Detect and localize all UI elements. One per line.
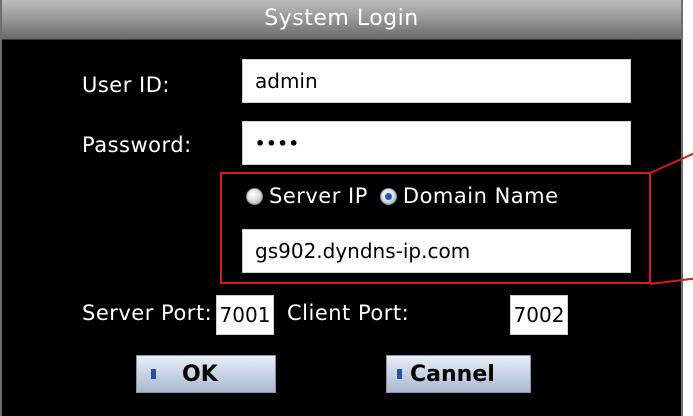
- ok-bullet-icon: [151, 369, 156, 379]
- dialog-title: System Login: [264, 6, 419, 31]
- cancel-button-label: Cannel: [410, 361, 495, 387]
- ok-button[interactable]: OK: [136, 355, 276, 393]
- client-port-input[interactable]: 7002: [510, 295, 568, 335]
- password-label: Password:: [82, 133, 192, 157]
- client-port-label: Client Port:: [287, 301, 410, 325]
- server-port-input[interactable]: 7001: [216, 295, 274, 335]
- user-id-input[interactable]: admin: [242, 59, 631, 103]
- server-address-highlight: [220, 172, 651, 284]
- password-value: ••••: [255, 133, 300, 153]
- dialog-titlebar: System Login: [2, 0, 681, 40]
- cancel-bullet-icon: [397, 369, 402, 379]
- server-port-value: 7001: [219, 303, 271, 327]
- password-input[interactable]: ••••: [242, 121, 631, 165]
- ok-button-label: OK: [182, 361, 218, 387]
- client-port-value: 7002: [513, 303, 565, 327]
- server-port-label: Server Port:: [82, 301, 213, 325]
- user-id-value: admin: [255, 69, 318, 93]
- user-id-label: User ID:: [82, 73, 170, 97]
- cancel-button[interactable]: Cannel: [386, 355, 531, 393]
